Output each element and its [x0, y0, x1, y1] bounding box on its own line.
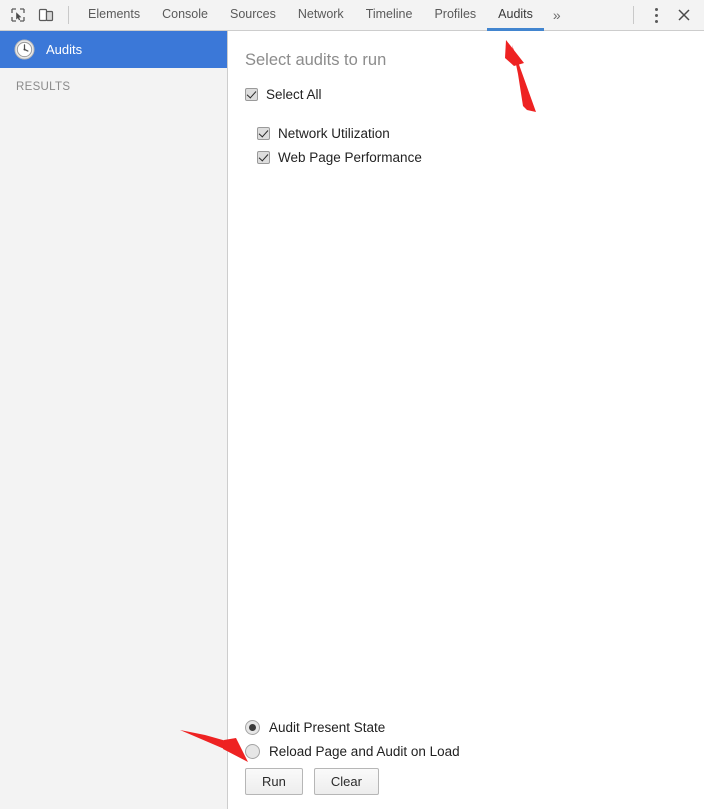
tab-audits[interactable]: Audits [487, 0, 544, 31]
toolbar-divider-right [633, 6, 634, 24]
tab-strip: Elements Console Sources Network Timelin… [77, 0, 570, 31]
tab-network[interactable]: Network [287, 0, 355, 31]
audits-main-panel: Select audits to run Select All Network … [229, 31, 704, 809]
audit-run-controls: Audit Present State Reload Page and Audi… [245, 720, 685, 795]
radio-audit-present-state[interactable]: Audit Present State [245, 720, 685, 735]
close-icon[interactable] [670, 1, 698, 29]
checkbox-label-select-all: Select All [266, 87, 322, 102]
tab-elements[interactable]: Elements [77, 0, 151, 31]
sidebar-item-label: Audits [46, 42, 83, 57]
audits-sidebar: Audits RESULTS [0, 31, 228, 809]
checkbox-select-all[interactable]: Select All [245, 87, 322, 102]
tab-sources[interactable]: Sources [219, 0, 287, 31]
toolbar-divider [68, 6, 69, 24]
tab-console[interactable]: Console [151, 0, 219, 31]
devtools-toolbar: Elements Console Sources Network Timelin… [0, 0, 704, 31]
checkbox-label-web-page-performance: Web Page Performance [278, 150, 422, 165]
radio-box-reload-page-and-audit-on-load[interactable] [245, 744, 260, 759]
toolbar-right-actions [625, 0, 704, 31]
checkbox-network-utilization[interactable]: Network Utilization [257, 126, 422, 141]
sidebar-item-audits[interactable]: Audits [0, 31, 227, 68]
run-button[interactable]: Run [245, 768, 303, 795]
sidebar-section-results: RESULTS [16, 81, 71, 93]
checkbox-web-page-performance[interactable]: Web Page Performance [257, 150, 422, 165]
inspect-cursor-icon[interactable] [4, 1, 32, 29]
checkbox-box-network-utilization[interactable] [257, 127, 270, 140]
clock-gauge-icon [13, 39, 35, 61]
clear-button[interactable]: Clear [313, 768, 379, 795]
tab-profiles[interactable]: Profiles [423, 0, 487, 31]
tab-timeline[interactable]: Timeline [355, 0, 424, 31]
checkbox-label-network-utilization: Network Utilization [278, 126, 390, 141]
radio-box-audit-present-state[interactable] [245, 720, 260, 735]
kebab-menu-icon[interactable] [642, 1, 670, 29]
checkbox-box-web-page-performance[interactable] [257, 151, 270, 164]
checkbox-box-select-all[interactable] [245, 88, 258, 101]
device-toolbar-icon[interactable] [32, 1, 60, 29]
radio-label-reload-page-and-audit-on-load: Reload Page and Audit on Load [269, 744, 460, 759]
action-button-row: Run Clear [245, 768, 685, 795]
radio-label-audit-present-state: Audit Present State [269, 720, 386, 735]
more-tabs-icon[interactable]: » [544, 0, 570, 31]
radio-reload-page-and-audit-on-load[interactable]: Reload Page and Audit on Load [245, 744, 685, 759]
page-title: Select audits to run [245, 51, 387, 69]
audit-checkbox-list: Network Utilization Web Page Performance [257, 126, 422, 174]
